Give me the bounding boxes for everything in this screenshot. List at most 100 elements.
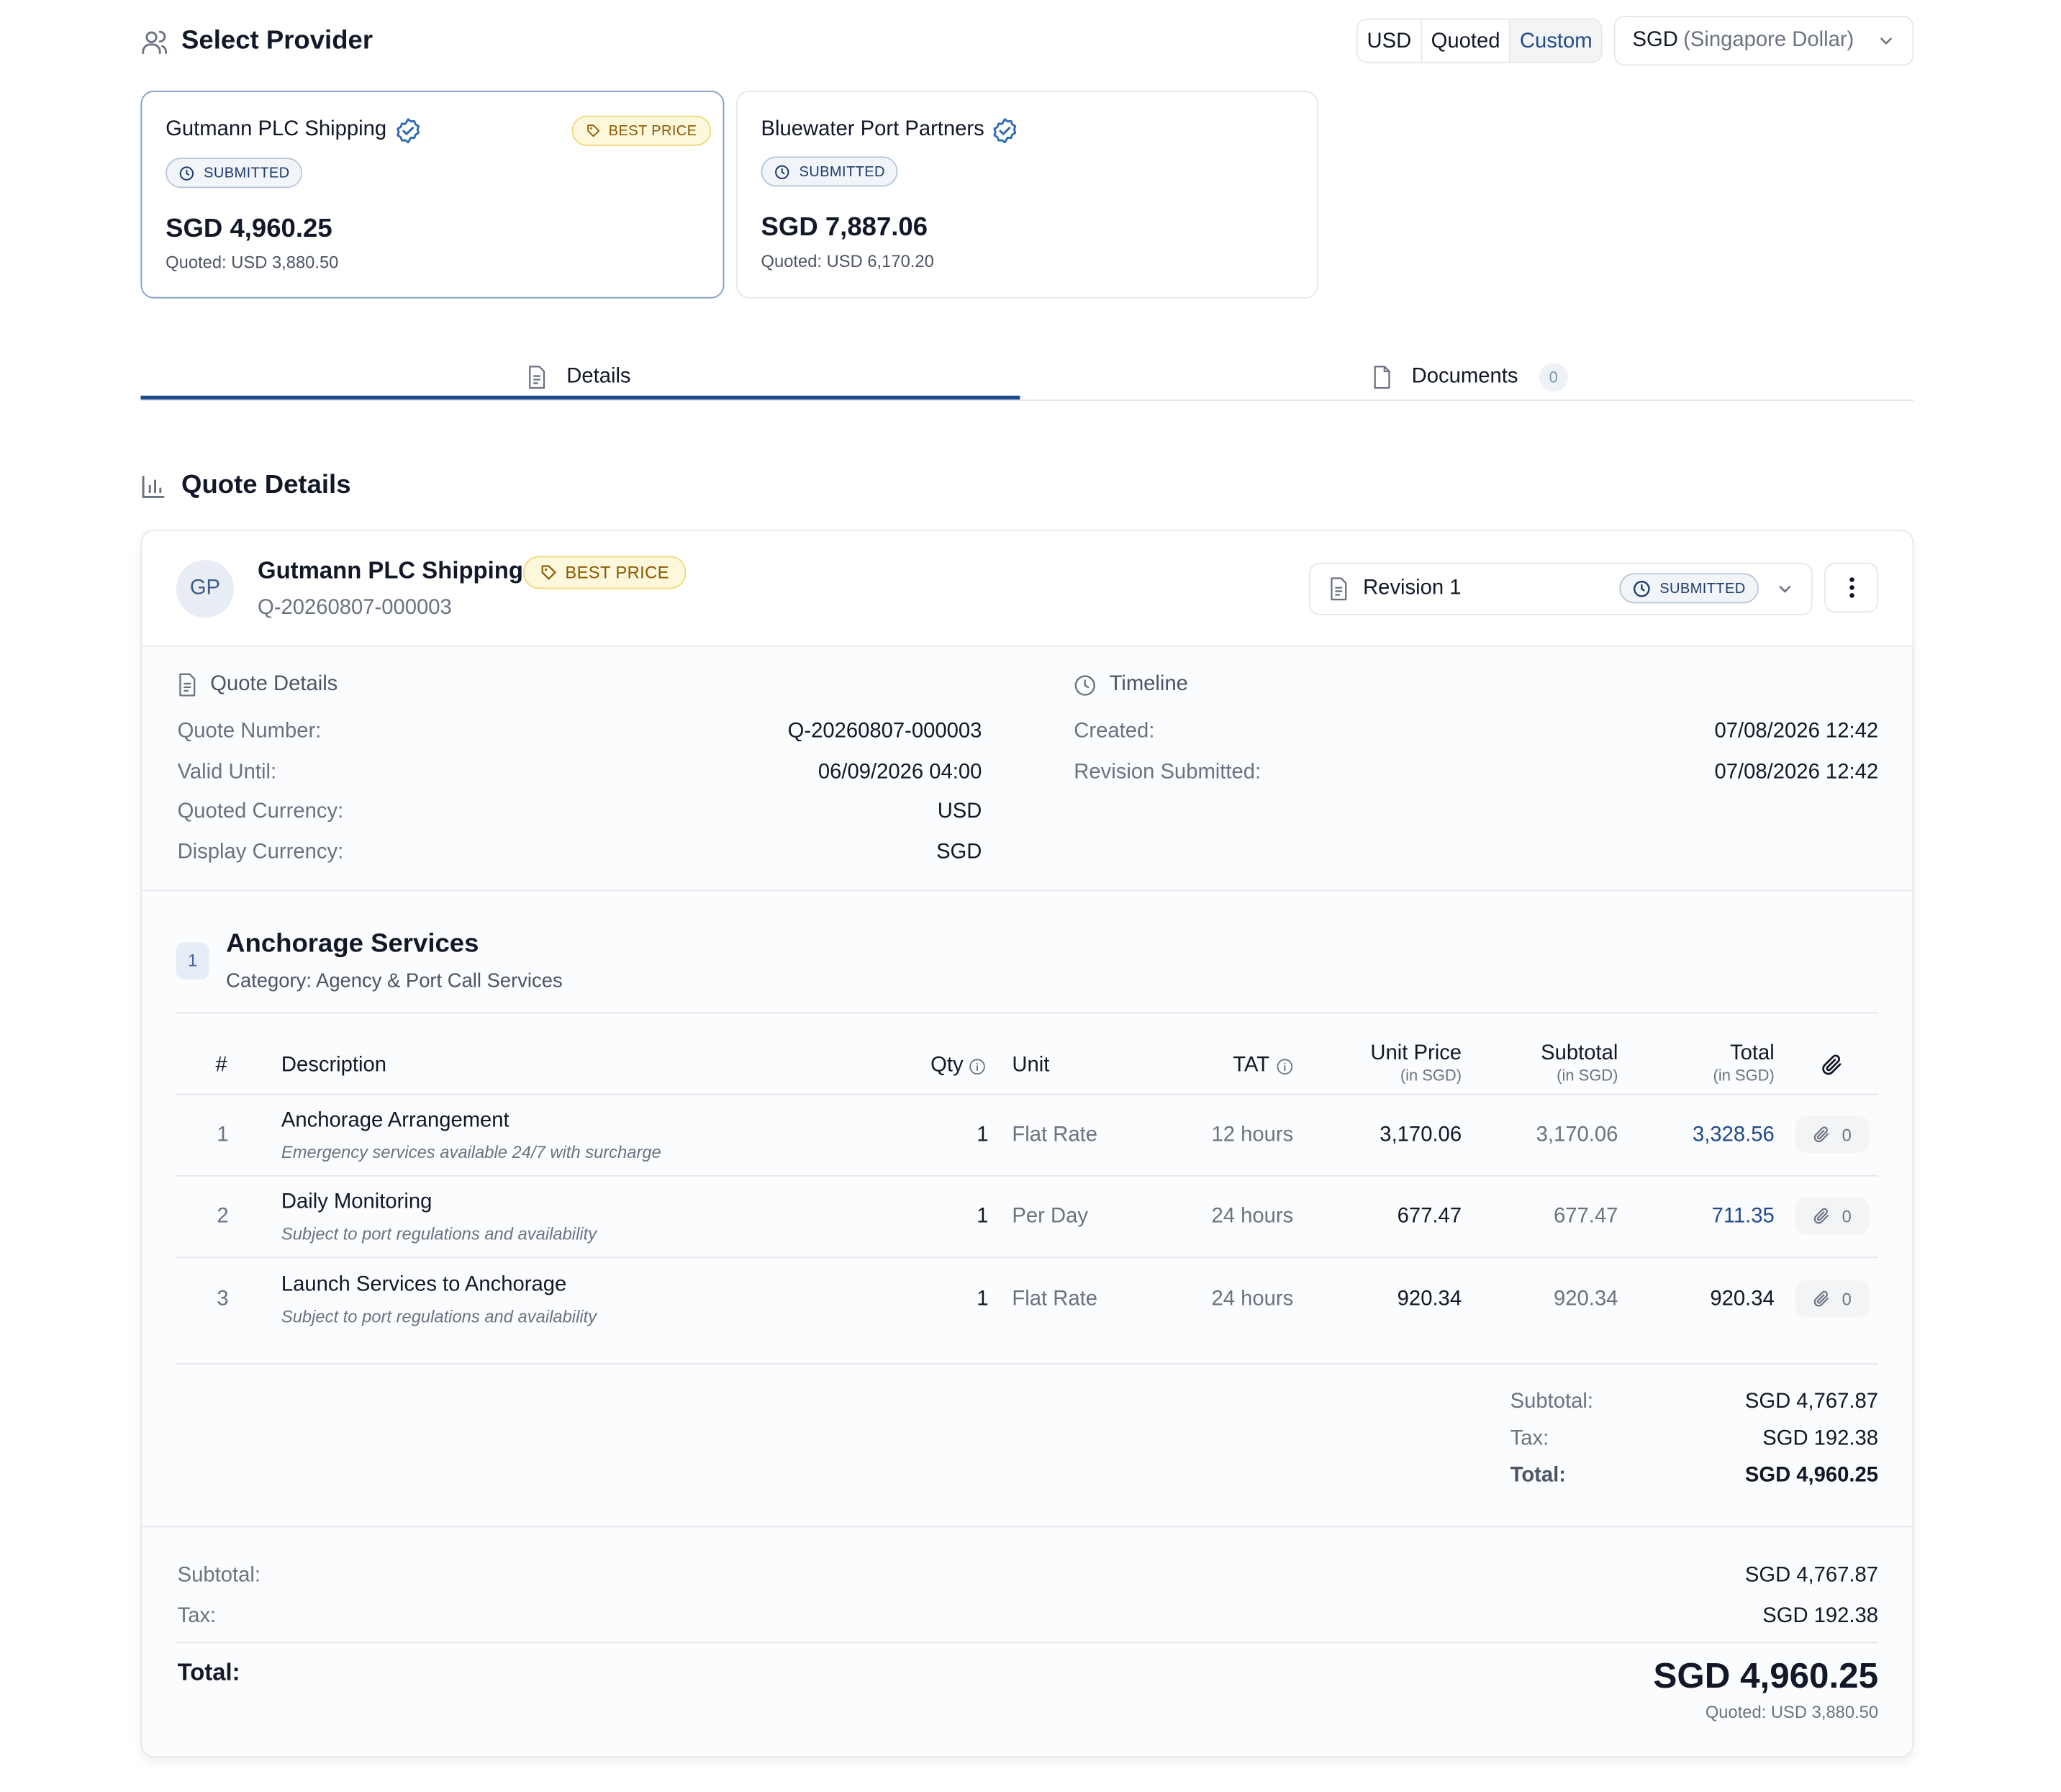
file-text-icon <box>179 673 196 697</box>
detail-label: Quote Number: <box>177 720 322 743</box>
page-title: Select Provider <box>181 26 373 55</box>
service-tax-label: Tax: <box>1510 1427 1549 1450</box>
revision-status-badge: SUBMITTED <box>1618 573 1759 604</box>
timeline-label: Revision Submitted: <box>1074 761 1261 784</box>
chevron-down-icon <box>1878 33 1894 49</box>
divider <box>176 1175 1879 1177</box>
row-tat: 24 hours <box>1211 1205 1294 1228</box>
grand-tax-value: SGD 192.38 <box>1762 1605 1879 1628</box>
provider-name: Bluewater Port Partners <box>761 118 984 141</box>
timeline-value: 07/08/2026 12:42 <box>1714 720 1879 743</box>
grand-total-value: SGD 4,960.25 <box>1653 1656 1879 1696</box>
quote-provider-name: Gutmann PLC Shipping <box>257 557 523 584</box>
paperclip-icon <box>1821 1053 1844 1077</box>
row-title: Anchorage Arrangement <box>281 1109 509 1132</box>
timeline-value: 07/08/2026 12:42 <box>1714 761 1879 784</box>
row-note: Subject to port regulations and availabi… <box>281 1306 597 1326</box>
clock-icon <box>179 166 194 180</box>
row-unit-price: 3,170.06 <box>1380 1123 1462 1146</box>
row-qty: 1 <box>977 1288 989 1311</box>
row-subtotal: 677.47 <box>1554 1205 1618 1228</box>
documents-count: 0 <box>1539 363 1568 392</box>
service-tax-value: SGD 192.38 <box>1762 1427 1879 1450</box>
row-num: 1 <box>217 1123 229 1146</box>
paperclip-icon <box>1814 1290 1829 1307</box>
verified-icon <box>394 117 422 145</box>
paperclip-icon <box>1814 1126 1829 1143</box>
row-qty: 1 <box>977 1205 989 1228</box>
divider <box>176 1257 1879 1258</box>
row-attachments-button[interactable]: 0 <box>1795 1280 1870 1318</box>
currency-mode-toggle[interactable]: USD Quoted Custom <box>1356 18 1603 63</box>
divider <box>176 1093 1879 1095</box>
currency-select[interactable]: SGD (Singapore Dollar) <box>1613 15 1914 66</box>
row-total: 920.34 <box>1710 1288 1775 1311</box>
mode-custom[interactable]: Custom <box>1510 19 1602 62</box>
row-note: Subject to port regulations and availabi… <box>281 1223 597 1244</box>
detail-value: SGD <box>936 841 982 864</box>
clock-icon <box>775 164 789 179</box>
provider-card-bluewater[interactable]: Bluewater Port Partners SUBMITTED SGD 7,… <box>735 91 1318 299</box>
service-index: 1 <box>176 942 209 979</box>
row-attachments-button[interactable]: 0 <box>1795 1197 1870 1235</box>
currency-code: SGD <box>1632 29 1678 52</box>
row-num: 2 <box>217 1205 229 1228</box>
grand-subtotal-value: SGD 4,767.87 <box>1744 1564 1879 1587</box>
row-subtotal: 3,170.06 <box>1536 1123 1618 1146</box>
quote-details-heading: Quote Details <box>178 673 338 697</box>
col-unit-price: Unit Price (in SGD) <box>1370 1042 1462 1085</box>
tag-icon <box>587 125 600 137</box>
row-unit: Flat Rate <box>1012 1123 1097 1146</box>
quote-number: Q-20260807-000003 <box>257 597 452 620</box>
best-price-badge: BEST PRICE <box>522 556 687 589</box>
file-text-icon <box>529 366 545 389</box>
more-vertical-icon <box>1849 577 1854 598</box>
row-unit: Flat Rate <box>1012 1288 1097 1311</box>
chevron-down-icon <box>1777 581 1793 597</box>
row-subtotal: 920.34 <box>1554 1288 1618 1311</box>
revision-select[interactable]: Revision 1 SUBMITTED <box>1309 562 1813 615</box>
users-icon <box>140 27 169 56</box>
quote-panel: GP Gutmann PLC Shipping BEST PRICE Q-202… <box>140 530 1914 1758</box>
provider-amount: SGD 4,960.25 <box>166 214 332 243</box>
bar-chart-icon <box>140 474 167 500</box>
divider <box>142 1526 1913 1528</box>
detail-label: Valid Until: <box>177 761 277 784</box>
provider-card-gutmann[interactable]: Gutmann PLC Shipping BEST PRICE SUBMITTE… <box>140 91 725 299</box>
best-price-badge: BEST PRICE <box>571 115 712 146</box>
detail-value: USD <box>937 800 982 823</box>
timeline-heading: Timeline <box>1074 673 1188 697</box>
status-badge: SUBMITTED <box>761 156 899 187</box>
provider-quoted: Quoted: USD 3,880.50 <box>166 252 339 273</box>
paperclip-icon <box>1814 1208 1829 1224</box>
grand-total-quoted: Quoted: USD 3,880.50 <box>1705 1702 1879 1722</box>
col-tat: TAT <box>1233 1054 1293 1078</box>
detail-label: Display Currency: <box>177 841 344 864</box>
currency-name: (Singapore Dollar) <box>1683 29 1854 52</box>
col-description: Description <box>281 1054 387 1077</box>
row-num: 3 <box>217 1288 229 1311</box>
detail-value: Q-20260807-000003 <box>787 720 982 743</box>
divider <box>176 1012 1879 1014</box>
row-total: 711.35 <box>1711 1205 1775 1228</box>
tab-details[interactable]: Details <box>527 355 631 399</box>
mode-usd[interactable]: USD <box>1358 19 1422 62</box>
more-options-button[interactable] <box>1824 562 1879 613</box>
timeline-label: Created: <box>1074 720 1155 743</box>
row-attachments-button[interactable]: 0 <box>1795 1116 1870 1153</box>
file-icon <box>1374 366 1390 389</box>
row-tat: 12 hours <box>1211 1123 1294 1146</box>
divider <box>176 1363 1879 1365</box>
status-badge: SUBMITTED <box>166 158 303 189</box>
tab-documents[interactable]: Documents 0 <box>1372 355 1568 399</box>
clock-icon <box>1633 580 1649 597</box>
detail-label: Quoted Currency: <box>177 800 344 823</box>
row-unit: Per Day <box>1012 1205 1088 1228</box>
avatar: GP <box>176 560 235 618</box>
mode-quoted[interactable]: Quoted <box>1422 19 1511 62</box>
col-total: Total (in SGD) <box>1713 1042 1775 1085</box>
service-category: Category: Agency & Port Call Services <box>226 969 563 993</box>
tag-icon <box>541 565 556 580</box>
row-title: Launch Services to Anchorage <box>281 1273 567 1296</box>
section-title: Quote Details <box>181 470 351 500</box>
